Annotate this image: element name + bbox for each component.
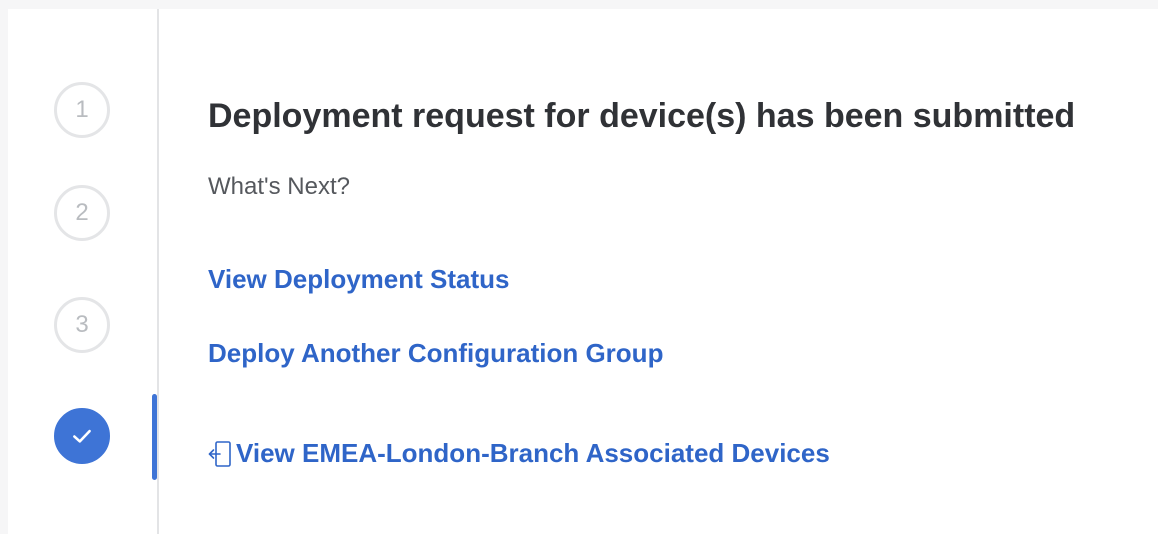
whats-next-label: What's Next? xyxy=(208,173,350,200)
external-open-icon xyxy=(208,440,231,467)
step-1-number: 1 xyxy=(75,96,89,123)
step-1-indicator[interactable]: 1 xyxy=(54,82,110,138)
step-2-indicator[interactable]: 2 xyxy=(54,185,110,241)
step-3-indicator[interactable]: 3 xyxy=(54,297,110,353)
view-deployment-status-link[interactable]: View Deployment Status xyxy=(208,264,510,295)
wizard-panel: 1 2 3 Deployment request for device(s) h… xyxy=(8,9,1158,534)
deploy-another-label: Deploy Another Configuration Group xyxy=(208,338,664,368)
step-3-number: 3 xyxy=(75,311,89,338)
main-content: Deployment request for device(s) has bee… xyxy=(208,9,1158,534)
view-associated-devices-link[interactable]: View EMEA-London-Branch Associated Devic… xyxy=(208,438,830,469)
check-icon xyxy=(73,429,91,443)
page-title: Deployment request for device(s) has bee… xyxy=(208,97,1076,135)
view-associated-devices-label: View EMEA-London-Branch Associated Devic… xyxy=(236,438,830,468)
wizard-stepper: 1 2 3 xyxy=(8,9,159,534)
deploy-another-configuration-group-link[interactable]: Deploy Another Configuration Group xyxy=(208,338,663,369)
step-2-number: 2 xyxy=(75,199,89,226)
active-step-indicator-bar xyxy=(152,394,157,480)
view-deployment-status-label: View Deployment Status xyxy=(208,264,510,294)
step-4-complete-indicator[interactable] xyxy=(54,408,110,464)
